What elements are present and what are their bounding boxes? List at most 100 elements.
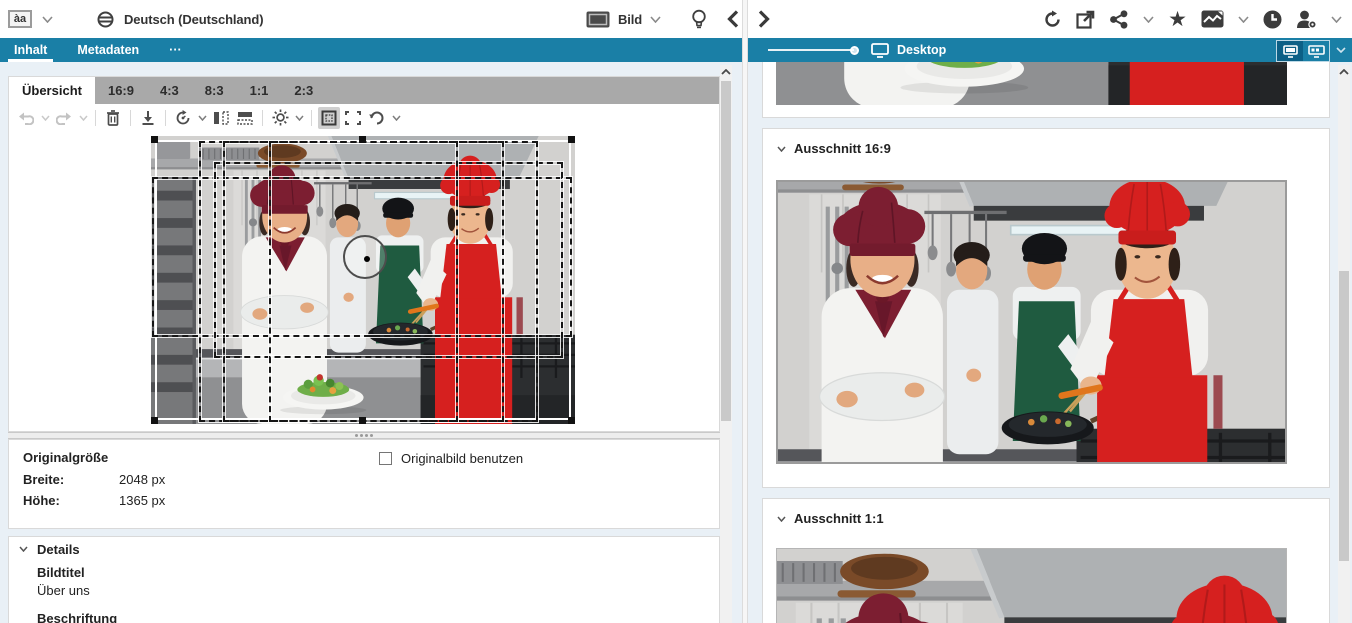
kitchen-photo [778, 182, 1285, 462]
horizontal-splitter[interactable] [8, 432, 720, 439]
use-original-label: Originalbild benutzen [401, 451, 523, 466]
preview-panel: Ausschnitt 16:9 Ausschnitt 1:1 [748, 62, 1352, 623]
zoom-slider[interactable] [768, 49, 854, 51]
brightness-button[interactable] [269, 107, 291, 129]
device-label: Desktop [897, 43, 946, 57]
download-button[interactable] [137, 107, 159, 129]
lightbulb-icon[interactable] [691, 9, 707, 29]
width-value: 2048 px [119, 472, 165, 487]
crop-focus-button[interactable] [318, 107, 340, 129]
original-size-heading: Originalgröße [23, 450, 108, 465]
flip-vertical-button[interactable] [234, 107, 256, 129]
ratio-tab-8-3[interactable]: 8:3 [192, 77, 237, 104]
chevron-down-icon[interactable] [1143, 16, 1154, 23]
image-title-label: Bildtitel [37, 565, 85, 580]
content-tab-bar: Inhalt Metadaten ··· [0, 38, 742, 62]
ratio-tab-strip: Übersicht 16:9 4:3 8:3 1:1 2:3 [9, 77, 719, 104]
tab-inhalt[interactable]: Inhalt [8, 38, 53, 62]
image-editor-stage [9, 131, 719, 431]
document-form-panel: Übersicht 16:9 4:3 8:3 1:1 2:3 [0, 62, 742, 623]
crop-handle-nw[interactable] [151, 136, 158, 143]
image-editor-card: Übersicht 16:9 4:3 8:3 1:1 2:3 [8, 76, 720, 432]
preview-image-1-1[interactable] [776, 548, 1287, 623]
user-settings-icon[interactable] [1296, 10, 1317, 29]
ratio-tab-16-9[interactable]: 16:9 [95, 77, 147, 104]
chevron-down-icon[interactable] [650, 16, 661, 23]
chevron-down-icon[interactable] [77, 107, 89, 129]
crop-rect-2-3[interactable] [269, 141, 458, 422]
section-title-1-1[interactable]: Ausschnitt 1:1 [794, 511, 884, 526]
ratio-tab-uebersicht[interactable]: Übersicht [9, 77, 95, 104]
delete-button[interactable] [102, 107, 124, 129]
left-scrollbar-thumb[interactable] [721, 81, 731, 421]
device-mode-group [1276, 40, 1330, 62]
redo-button[interactable] [53, 107, 75, 129]
height-value: 1365 px [119, 493, 165, 508]
undo-button[interactable] [15, 107, 37, 129]
chevron-right-icon[interactable] [758, 10, 770, 28]
focus-point[interactable] [343, 235, 387, 279]
preview-image-16-9[interactable] [776, 180, 1287, 464]
kitchen-photo [777, 549, 1286, 623]
tab-more[interactable]: ··· [163, 38, 188, 62]
scroll-up-icon[interactable] [720, 65, 732, 79]
collapse-chevron-icon[interactable] [19, 546, 28, 552]
section-title-16-9[interactable]: Ausschnitt 16:9 [794, 141, 891, 156]
language-compare-icon[interactable]: àa [8, 10, 32, 28]
preview-card-partial [762, 62, 1330, 118]
width-label: Breite: [23, 472, 64, 487]
clock-icon[interactable] [1263, 10, 1282, 29]
preview-card-16-9: Ausschnitt 16:9 [762, 128, 1330, 488]
crop-handle-sw[interactable] [151, 417, 158, 424]
crop-handle-s[interactable] [359, 417, 366, 424]
reset-button[interactable] [172, 107, 194, 129]
ratio-tab-1-1[interactable]: 1:1 [237, 77, 282, 104]
chevron-down-icon[interactable] [1238, 16, 1249, 23]
image-type-icon [586, 11, 610, 28]
share-icon[interactable] [1109, 10, 1129, 29]
left-scrollbar[interactable] [720, 65, 732, 623]
rotate-button[interactable] [366, 107, 388, 129]
device-comparison-button[interactable] [1303, 41, 1329, 61]
chevron-down-icon[interactable] [196, 107, 208, 129]
chevron-down-icon[interactable] [293, 107, 305, 129]
caption-label: Beschriftung [37, 611, 117, 623]
image-preview-icon[interactable] [1201, 10, 1224, 28]
chevron-down-icon[interactable] [390, 107, 402, 129]
chevron-down-icon[interactable] [42, 16, 53, 23]
use-original-checkbox[interactable] [379, 452, 392, 465]
crop-handle-se[interactable] [568, 417, 575, 424]
collapse-chevron-icon[interactable] [777, 146, 786, 152]
chevron-down-icon[interactable] [39, 107, 51, 129]
collapse-chevron-icon[interactable] [777, 516, 786, 522]
flip-horizontal-button[interactable] [210, 107, 232, 129]
original-size-card: Originalgröße Breite: 2048 px Höhe: 1365… [8, 439, 720, 529]
desktop-icon [871, 43, 889, 58]
preview-card-1-1: Ausschnitt 1:1 [762, 498, 1330, 623]
crop-frame-button[interactable] [342, 107, 364, 129]
image-title-value[interactable]: Über uns [37, 583, 90, 598]
doc-type-label: Bild [618, 12, 642, 27]
kitchen-photo [776, 62, 1287, 105]
refresh-icon[interactable] [1043, 10, 1062, 29]
open-in-new-icon[interactable] [1076, 10, 1095, 29]
device-desktop-button[interactable] [1277, 41, 1303, 61]
details-heading[interactable]: Details [37, 542, 80, 557]
height-label: Höhe: [23, 493, 60, 508]
star-icon[interactable]: ★ [1168, 10, 1187, 29]
crop-handle-n[interactable] [359, 136, 366, 143]
right-scrollbar-thumb[interactable] [1339, 271, 1349, 561]
scroll-up-icon[interactable] [1338, 65, 1350, 79]
tab-metadaten[interactable]: Metadaten [71, 38, 145, 62]
ratio-tab-2-3[interactable]: 2:3 [281, 77, 326, 104]
right-scrollbar[interactable] [1338, 65, 1350, 623]
preview-toolbar: Desktop [748, 38, 1352, 62]
editor-image[interactable] [151, 136, 575, 424]
crop-handle-ne[interactable] [568, 136, 575, 143]
chevron-left-icon[interactable] [727, 10, 739, 28]
preview-image-partial[interactable] [776, 62, 1287, 105]
chevron-down-icon[interactable] [1336, 47, 1346, 53]
chevron-down-icon[interactable] [1331, 16, 1342, 23]
ratio-tab-4-3[interactable]: 4:3 [147, 77, 192, 104]
app-window: àa Deutsch (Deutschland) Bild [0, 0, 1352, 623]
